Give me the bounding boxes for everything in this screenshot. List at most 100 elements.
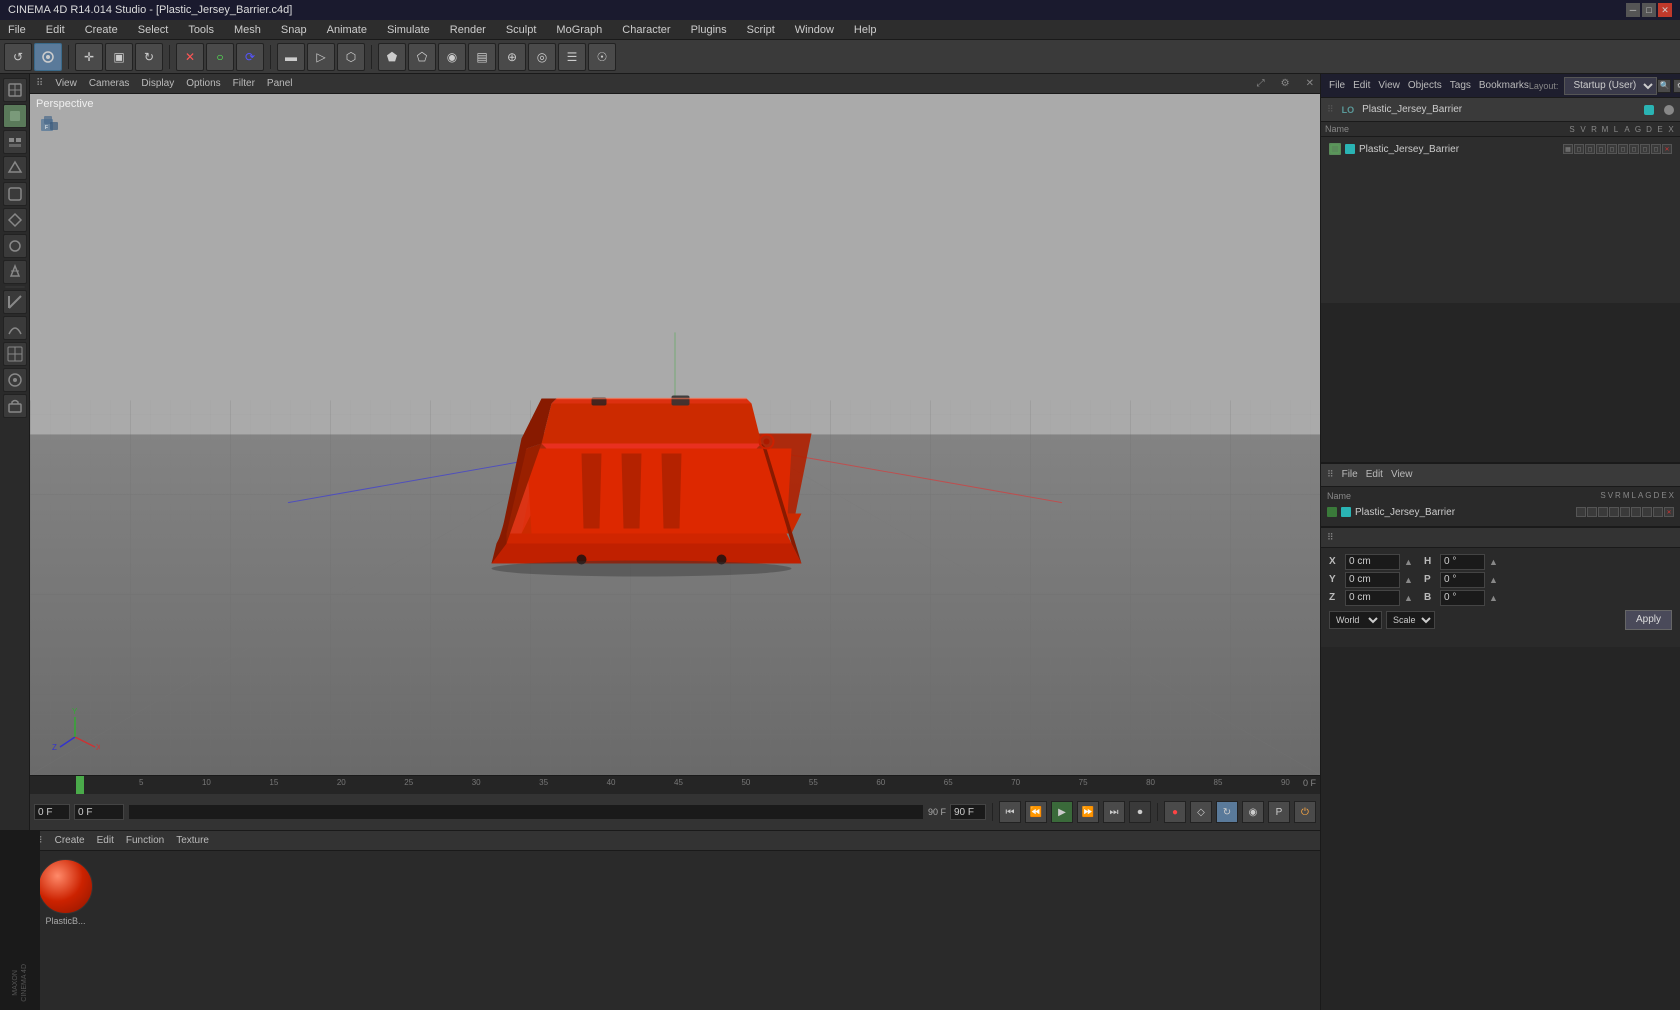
tool-a4[interactable]: ▤ xyxy=(468,43,496,71)
menu-mesh[interactable]: Mesh xyxy=(230,22,265,38)
rotate-tool-button[interactable]: ↻ xyxy=(135,43,163,71)
right-menu-tags[interactable]: Tags xyxy=(1450,80,1471,91)
menu-mograph[interactable]: MoGraph xyxy=(552,22,606,38)
right-settings-button[interactable]: ⚙ xyxy=(1673,79,1680,93)
render-region-button[interactable]: ▷ xyxy=(307,43,335,71)
viewport-menu-cameras[interactable]: Cameras xyxy=(89,78,130,89)
viewport-menu-display[interactable]: Display xyxy=(141,78,174,89)
render-button[interactable]: ▬ xyxy=(277,43,305,71)
viewport-menu-panel[interactable]: Panel xyxy=(267,78,293,89)
coord-z-pos-input[interactable] xyxy=(1345,590,1400,606)
undo-button[interactable]: ↺ xyxy=(4,43,32,71)
material-menu-texture[interactable]: Texture xyxy=(176,835,209,846)
viewport-area[interactable]: ⠿ View Cameras Display Options Filter Pa… xyxy=(30,74,1320,775)
attr-object-row[interactable]: Plastic_Jersey_Barrier ✕ xyxy=(1321,505,1680,520)
tool-a2[interactable]: ⬠ xyxy=(408,43,436,71)
tool-a1[interactable]: ⬟ xyxy=(378,43,406,71)
sidebar-mode-10[interactable] xyxy=(3,316,27,340)
motion-record-button[interactable]: ◉ xyxy=(1242,801,1264,823)
sidebar-mode-12[interactable] xyxy=(3,368,27,392)
record-button[interactable]: ⏺ xyxy=(1129,801,1151,823)
step-forward-button[interactable]: ⏩ xyxy=(1077,801,1099,823)
nav-cube[interactable]: F xyxy=(36,114,58,139)
coord-space-select[interactable]: World Object xyxy=(1329,611,1382,629)
menu-create[interactable]: Create xyxy=(81,22,122,38)
tool-a7[interactable]: ☰ xyxy=(558,43,586,71)
edge-tool-button[interactable]: ⟳ xyxy=(236,43,264,71)
sidebar-mode-8[interactable] xyxy=(3,260,27,284)
object-row-plastic-jersey[interactable]: Plastic_Jersey_Barrier ▦ ◻ ◻ ◻ ◻ ◻ ◻ ◻ ◻… xyxy=(1325,141,1676,157)
right-menu-objects[interactable]: Objects xyxy=(1408,80,1442,91)
sidebar-mode-5[interactable] xyxy=(3,182,27,206)
viewport-expand-icon[interactable]: ⤢ xyxy=(1257,78,1265,89)
sidebar-mode-9[interactable] xyxy=(3,290,27,314)
tool-a6[interactable]: ◎ xyxy=(528,43,556,71)
tool-a8[interactable]: ☉ xyxy=(588,43,616,71)
coord-b-input[interactable] xyxy=(1440,590,1485,606)
attr-menu-edit[interactable]: Edit xyxy=(1366,469,1383,480)
goto-end-button[interactable]: ⏭ xyxy=(1103,801,1125,823)
point-tool-button[interactable]: ○ xyxy=(206,43,234,71)
viewport-close-icon[interactable]: ✕ xyxy=(1306,78,1314,89)
menu-character[interactable]: Character xyxy=(618,22,674,38)
viewport-menu-view[interactable]: View xyxy=(55,78,77,89)
menu-script[interactable]: Script xyxy=(743,22,779,38)
material-menu-create[interactable]: Create xyxy=(55,835,85,846)
current-frame-input[interactable] xyxy=(34,804,70,820)
coord-p-input[interactable] xyxy=(1440,572,1485,588)
menu-snap[interactable]: Snap xyxy=(277,22,311,38)
viewport-menu-filter[interactable]: Filter xyxy=(233,78,255,89)
menu-tools[interactable]: Tools xyxy=(184,22,218,38)
right-menu-file[interactable]: File xyxy=(1329,80,1345,91)
coord-mode-select[interactable]: Scale Size xyxy=(1386,611,1435,629)
power-button[interactable]: ⏻ xyxy=(1294,801,1316,823)
keyframe-button[interactable]: ◇ xyxy=(1190,801,1212,823)
attr-menu-view[interactable]: View xyxy=(1391,469,1413,480)
coord-x-pos-input[interactable] xyxy=(1345,554,1400,570)
select-tool-button[interactable] xyxy=(34,43,62,71)
attr-menu-file[interactable]: File xyxy=(1342,469,1358,480)
timeline-playhead[interactable] xyxy=(76,776,84,794)
maximize-button[interactable]: □ xyxy=(1642,3,1656,17)
material-preview-ball[interactable] xyxy=(38,859,93,914)
tool-a5[interactable]: ⊕ xyxy=(498,43,526,71)
sidebar-mode-3[interactable] xyxy=(3,130,27,154)
menu-animate[interactable]: Animate xyxy=(323,22,371,38)
right-menu-edit[interactable]: Edit xyxy=(1353,80,1370,91)
sidebar-mode-4[interactable] xyxy=(3,156,27,180)
menu-select[interactable]: Select xyxy=(134,22,173,38)
scale-tool-button[interactable]: ▣ xyxy=(105,43,133,71)
loop-button[interactable]: ↻ xyxy=(1216,801,1238,823)
apply-button[interactable]: Apply xyxy=(1625,610,1672,630)
right-menu-bookmarks[interactable]: Bookmarks xyxy=(1479,80,1529,91)
render-to-picture-button[interactable]: ⬡ xyxy=(337,43,365,71)
layout-select[interactable]: Startup (User) xyxy=(1564,77,1657,95)
sidebar-mode-2[interactable] xyxy=(3,104,27,128)
step-back-button[interactable]: ⏪ xyxy=(1025,801,1047,823)
sidebar-mode-11[interactable] xyxy=(3,342,27,366)
frame-input-2[interactable] xyxy=(74,804,124,820)
menu-plugins[interactable]: Plugins xyxy=(687,22,731,38)
material-slot[interactable]: PlasticB... xyxy=(38,859,93,926)
sidebar-mode-13[interactable] xyxy=(3,394,27,418)
move-tool-button[interactable]: ✛ xyxy=(75,43,103,71)
timeline-track[interactable] xyxy=(128,804,924,820)
right-search-button[interactable]: 🔍 xyxy=(1657,79,1671,93)
menu-window[interactable]: Window xyxy=(791,22,838,38)
object-tool-button[interactable]: ✕ xyxy=(176,43,204,71)
close-button[interactable]: ✕ xyxy=(1658,3,1672,17)
sidebar-mode-1[interactable] xyxy=(3,78,27,102)
menu-simulate[interactable]: Simulate xyxy=(383,22,434,38)
motion-clip-button[interactable]: P xyxy=(1268,801,1290,823)
right-menu-view[interactable]: View xyxy=(1378,80,1400,91)
viewport-settings-icon[interactable]: ⚙ xyxy=(1281,78,1290,89)
minimize-button[interactable]: ─ xyxy=(1626,3,1640,17)
coord-h-input[interactable] xyxy=(1440,554,1485,570)
menu-sculpt[interactable]: Sculpt xyxy=(502,22,541,38)
end-frame-input[interactable] xyxy=(950,804,986,820)
material-menu-function[interactable]: Function xyxy=(126,835,164,846)
menu-render[interactable]: Render xyxy=(446,22,490,38)
menu-edit[interactable]: Edit xyxy=(42,22,69,38)
goto-start-button[interactable]: ⏮ xyxy=(999,801,1021,823)
material-menu-edit[interactable]: Edit xyxy=(97,835,114,846)
